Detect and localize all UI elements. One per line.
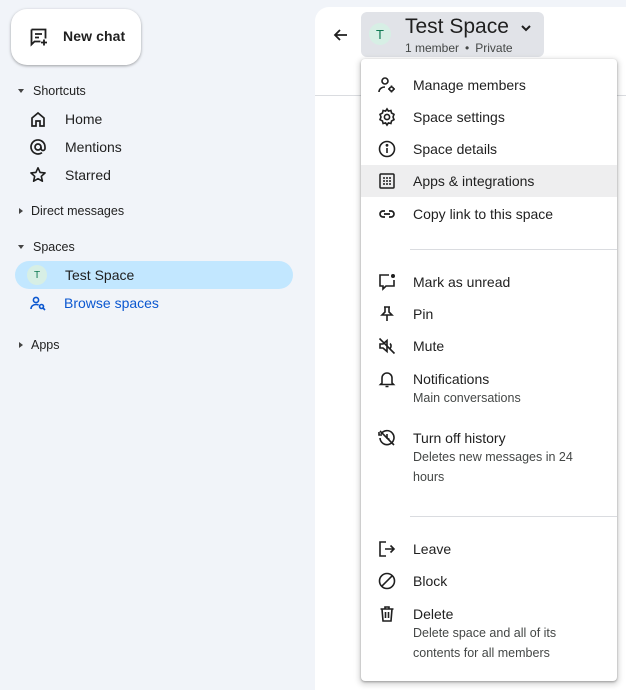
sidebar-item-label: Home xyxy=(65,111,103,127)
menu-item-notifications[interactable]: Notifications Main conversations xyxy=(361,363,617,411)
menu-item-label: Mark as unread xyxy=(413,274,511,290)
sidebar-item-label: Starred xyxy=(65,167,111,183)
sidebar-item-test-space[interactable]: T Test Space xyxy=(15,261,293,289)
manage-members-icon xyxy=(377,75,397,95)
home-icon xyxy=(29,110,47,128)
link-icon xyxy=(377,204,397,224)
chevron-down-icon xyxy=(18,89,24,93)
menu-item-sublabel: Main conversations xyxy=(413,391,521,405)
menu-divider xyxy=(410,249,617,250)
menu-item-label: Turn off history xyxy=(413,430,506,446)
space-subtitle: 1 member • Private xyxy=(405,41,513,55)
menu-item-apps-integrations[interactable]: Apps & integrations xyxy=(361,165,617,197)
block-icon xyxy=(377,571,397,591)
menu-divider xyxy=(410,516,617,517)
chevron-right-icon xyxy=(19,208,23,214)
member-count: 1 member xyxy=(405,41,460,55)
new-chat-button[interactable]: New chat xyxy=(11,9,141,65)
visibility-label: Private xyxy=(475,41,513,55)
menu-item-turn-off-history[interactable]: Turn off history Deletes new messages in… xyxy=(361,422,617,492)
menu-item-mark-unread[interactable]: Mark as unread xyxy=(361,266,617,298)
menu-item-copy-link[interactable]: Copy link to this space xyxy=(361,198,617,230)
at-sign-icon xyxy=(29,138,47,156)
menu-item-delete[interactable]: Delete Delete space and all of its conte… xyxy=(361,598,617,668)
menu-item-label: Notifications xyxy=(413,371,490,387)
shortcuts-header[interactable]: Shortcuts xyxy=(18,84,86,98)
space-avatar: T xyxy=(27,265,47,285)
chevron-down-icon xyxy=(520,22,532,34)
new-chat-label: New chat xyxy=(63,28,126,44)
menu-item-manage-members[interactable]: Manage members xyxy=(361,69,617,101)
space-header-button[interactable]: T Test Space 1 member • Private xyxy=(361,12,544,57)
menu-item-mute[interactable]: Mute xyxy=(361,330,617,362)
menu-item-label: Space settings xyxy=(413,109,505,125)
info-icon xyxy=(377,139,397,159)
chevron-down-icon xyxy=(18,245,24,249)
apps-header-label: Apps xyxy=(31,338,60,352)
sidebar-item-home[interactable]: Home xyxy=(15,105,293,133)
leave-icon xyxy=(377,539,397,559)
menu-item-label: Apps & integrations xyxy=(413,173,535,189)
separator-dot: • xyxy=(465,41,470,55)
sidebar-item-label: Mentions xyxy=(65,139,122,155)
sidebar-item-browse-spaces[interactable]: Browse spaces xyxy=(15,289,293,317)
space-title: Test Space xyxy=(405,15,509,38)
new-chat-icon xyxy=(29,27,49,47)
menu-item-label: Leave xyxy=(413,541,452,557)
menu-item-label: Manage members xyxy=(413,77,526,93)
sidebar-item-mentions[interactable]: Mentions xyxy=(15,133,293,161)
menu-item-label: Block xyxy=(413,573,448,589)
sidebar: New chat Shortcuts Home Mentions Starred… xyxy=(0,0,315,690)
mute-icon xyxy=(377,336,397,356)
menu-item-leave[interactable]: Leave xyxy=(361,533,617,565)
history-off-icon xyxy=(377,428,397,448)
star-icon xyxy=(29,166,47,184)
spaces-header-label: Spaces xyxy=(33,240,75,254)
menu-item-sublabel: Delete space and all of its contents for… xyxy=(413,626,557,660)
menu-item-label: Space details xyxy=(413,141,498,157)
pin-icon xyxy=(377,304,397,324)
apps-grid-icon xyxy=(377,171,397,191)
shortcuts-header-label: Shortcuts xyxy=(33,84,86,98)
sidebar-item-label: Browse spaces xyxy=(64,295,159,311)
mark-unread-icon xyxy=(377,272,397,292)
bell-icon xyxy=(377,369,397,389)
space-avatar: T xyxy=(369,23,391,45)
sidebar-item-label: Test Space xyxy=(65,267,135,283)
menu-item-sublabel: Deletes new messages in 24 hours xyxy=(413,450,573,484)
direct-messages-header-label: Direct messages xyxy=(31,204,125,218)
direct-messages-header[interactable]: Direct messages xyxy=(18,204,124,218)
apps-header[interactable]: Apps xyxy=(18,338,60,352)
back-arrow-icon[interactable] xyxy=(332,26,350,44)
space-menu: Manage members Space settings Space deta… xyxy=(361,59,617,681)
menu-item-space-details[interactable]: Space details xyxy=(361,133,617,165)
browse-spaces-icon xyxy=(29,294,47,312)
menu-item-block[interactable]: Block xyxy=(361,565,617,597)
sidebar-item-starred[interactable]: Starred xyxy=(15,161,293,189)
menu-item-space-settings[interactable]: Space settings xyxy=(361,101,617,133)
chevron-right-icon xyxy=(19,342,23,348)
menu-item-label: Mute xyxy=(413,338,445,354)
menu-item-label: Delete xyxy=(413,606,454,622)
gear-icon xyxy=(377,107,397,127)
trash-icon xyxy=(377,604,397,624)
menu-item-label: Pin xyxy=(413,306,434,322)
menu-item-pin[interactable]: Pin xyxy=(361,298,617,330)
menu-item-label: Copy link to this space xyxy=(413,206,554,222)
spaces-header[interactable]: Spaces xyxy=(18,240,75,254)
